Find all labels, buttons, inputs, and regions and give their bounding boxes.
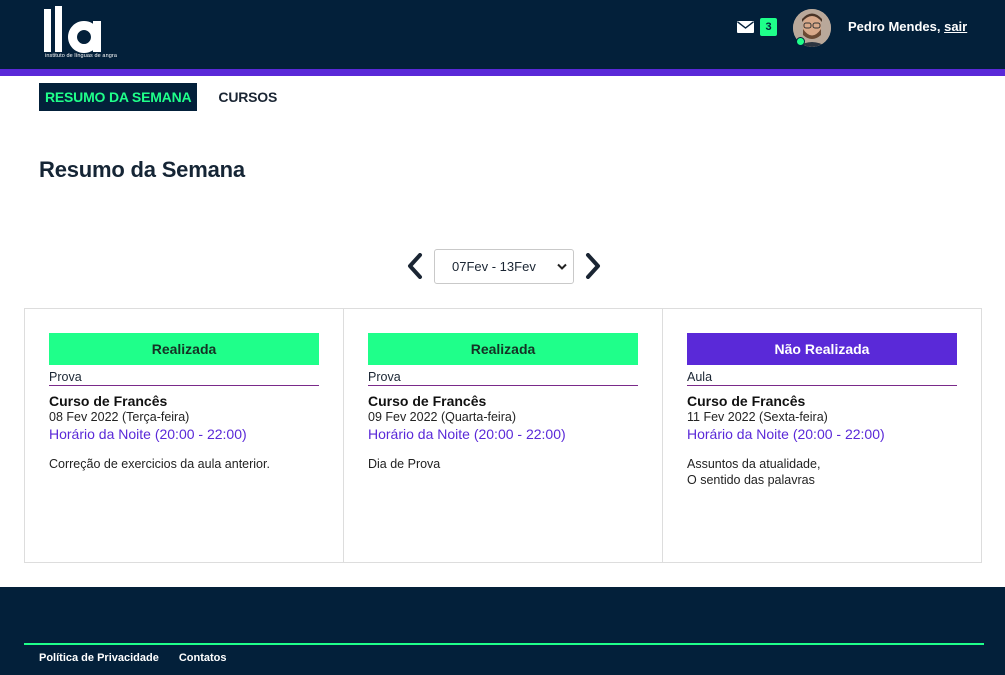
chevron-right-icon [586, 253, 600, 279]
session-kind: Prova [368, 370, 638, 386]
main-nav: RESUMO DA SEMANA CURSOS [39, 83, 283, 111]
session-date: 11 Fev 2022 (Sexta-feira) [687, 410, 828, 424]
description-line: O sentido das palavras [687, 473, 815, 487]
chevron-down-icon [557, 263, 567, 270]
description-line: Correção de exercicios da aula anterior. [49, 457, 270, 471]
status-badge: Realizada [368, 333, 638, 365]
weekly-sessions: Realizada Prova Curso de Francês 08 Fev … [24, 308, 984, 563]
status-badge: Realizada [49, 333, 319, 365]
logo-tagline: instituto de línguas de angra [45, 53, 118, 59]
description-line: Dia de Prova [368, 457, 441, 471]
session-card[interactable]: Realizada Prova Curso de Francês 09 Fev … [343, 308, 663, 563]
page-title: Resumo da Semana [39, 157, 245, 182]
session-date: 08 Fev 2022 (Terça-feira) [49, 410, 190, 424]
user-name: Pedro Mendes, [848, 19, 941, 34]
contacts-link[interactable]: Contatos [179, 652, 227, 664]
week-select-value: 07Fev - 13Fev [452, 258, 536, 274]
logout-link[interactable]: sair [944, 19, 967, 34]
course-name: Curso de Francês [687, 393, 806, 409]
chevron-left-icon [408, 253, 422, 279]
week-navigator: 07Fev - 13Fev [404, 248, 604, 284]
week-select[interactable]: 07Fev - 13Fev [434, 248, 574, 284]
tab-cursos[interactable]: CURSOS [212, 83, 283, 111]
previous-week-button[interactable] [404, 250, 426, 282]
session-time: Horário da Noite (20:00 - 22:00) [49, 426, 247, 442]
footer-links: Política de Privacidade Contatos [39, 652, 227, 664]
course-name: Curso de Francês [368, 393, 487, 409]
session-kind: Aula [687, 370, 957, 386]
privacy-policy-link[interactable]: Política de Privacidade [39, 652, 159, 664]
online-status-dot [796, 37, 805, 46]
ila-logo-mark [44, 6, 101, 53]
next-week-button[interactable] [582, 250, 604, 282]
session-date: 09 Fev 2022 (Quarta-feira) [368, 410, 516, 424]
envelope-icon [737, 21, 754, 33]
description-line: Assuntos da atualidade, [687, 457, 821, 471]
message-count-badge: 3 [760, 18, 777, 36]
session-time: Horário da Noite (20:00 - 22:00) [368, 426, 566, 442]
user-info: Pedro Mendes, sair [848, 19, 967, 34]
session-description: Assuntos da atualidade, O sentido das pa… [687, 456, 957, 488]
session-card[interactable]: Realizada Prova Curso de Francês 08 Fev … [24, 308, 344, 563]
session-kind: Prova [49, 370, 319, 386]
session-card[interactable]: Não Realizada Aula Curso de Francês 11 F… [662, 308, 982, 563]
header-accent-stripe [0, 69, 1005, 76]
status-badge: Não Realizada [687, 333, 957, 365]
session-description: Correção de exercicios da aula anterior. [49, 456, 319, 472]
course-name: Curso de Francês [49, 393, 168, 409]
top-header [0, 0, 1005, 69]
session-description: Dia de Prova [368, 456, 638, 472]
footer-divider [24, 643, 984, 645]
tab-resumo-da-semana[interactable]: RESUMO DA SEMANA [39, 83, 198, 111]
messages-indicator[interactable]: 3 [737, 18, 777, 36]
session-time: Horário da Noite (20:00 - 22:00) [687, 426, 885, 442]
